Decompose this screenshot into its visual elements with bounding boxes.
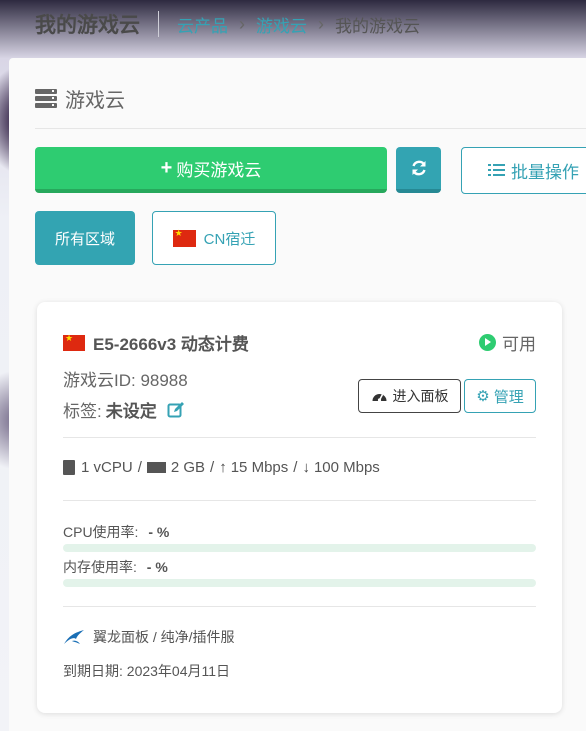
enter-panel-label: 进入面板 bbox=[392, 388, 449, 404]
enter-panel-button[interactable]: 进入面板 bbox=[358, 379, 461, 413]
play-circle-icon bbox=[479, 334, 496, 351]
page-title: 我的游戏云 bbox=[35, 14, 140, 37]
cpu-spec: 1 vCPU bbox=[81, 459, 133, 476]
server-name: E5-2666v3 动态计费 bbox=[63, 330, 249, 355]
batch-button-label: 批量操作 bbox=[511, 163, 579, 182]
cpu-usage-label: CPU使用率: bbox=[63, 524, 139, 540]
server-name-label: E5-2666v3 动态计费 bbox=[93, 335, 249, 354]
edit-icon[interactable] bbox=[167, 401, 185, 419]
buy-button-label: 购买游戏云 bbox=[176, 160, 262, 180]
mem-usage-value: - % bbox=[146, 559, 168, 575]
breadcrumb-cloud-products[interactable]: 云产品 bbox=[177, 12, 228, 37]
list-icon bbox=[488, 163, 505, 178]
expiry-label: 到期日期: bbox=[63, 663, 123, 679]
spec-separator: / bbox=[137, 459, 142, 476]
server-tag: 标签: 未设定 bbox=[63, 397, 185, 422]
spec-separator: / bbox=[210, 459, 215, 476]
spec-separator: / bbox=[293, 459, 298, 476]
server-id: 游戏云ID: 98988 bbox=[63, 371, 188, 390]
panel-info-label: 翼龙面板 / 纯净/插件服 bbox=[93, 629, 235, 645]
arrow-down-icon: ↓ bbox=[302, 459, 310, 476]
china-flag-icon bbox=[63, 333, 85, 351]
download-spec: 100 Mbps bbox=[313, 459, 380, 476]
memory-usage-bar bbox=[63, 579, 536, 587]
server-card: E5-2666v3 动态计费 可用 游戏云ID: 98988 标签: 未设定 进… bbox=[37, 302, 562, 713]
status-label: 可用 bbox=[502, 335, 536, 354]
manage-button[interactable]: ⚙ 管理 bbox=[464, 379, 536, 413]
panel-title-label: 游戏云 bbox=[65, 90, 125, 112]
cpu-usage-value: - % bbox=[148, 524, 170, 540]
header-divider bbox=[158, 11, 159, 37]
region-filter-cn-suqian[interactable]: CN宿迁 bbox=[152, 211, 276, 265]
pterodactyl-icon bbox=[64, 630, 84, 644]
mem-usage-label: 内存使用率: bbox=[63, 559, 137, 575]
refresh-icon bbox=[411, 160, 426, 176]
memory-icon bbox=[146, 462, 166, 473]
divider bbox=[63, 500, 536, 501]
divider bbox=[63, 606, 536, 607]
dashboard-icon bbox=[372, 394, 386, 402]
arrow-up-icon: ↑ bbox=[219, 459, 227, 476]
cpu-chip-icon bbox=[63, 460, 75, 475]
chevron-right-icon: › bbox=[239, 13, 245, 34]
buy-game-cloud-button[interactable]: + 购买游戏云 bbox=[35, 147, 387, 193]
region-cn-label: CN宿迁 bbox=[203, 230, 256, 248]
refresh-button[interactable] bbox=[396, 147, 441, 193]
plus-icon: + bbox=[160, 156, 173, 179]
server-icon bbox=[35, 88, 57, 109]
server-specs: 1 vCPU / 2 GB / ↑ 15 Mbps / ↓ 100 Mbps bbox=[63, 459, 380, 476]
tag-value: 未设定 bbox=[105, 402, 157, 421]
cpu-usage: CPU使用率: - % bbox=[63, 522, 169, 542]
manage-label: 管理 bbox=[493, 388, 524, 406]
page-header: 我的游戏云 云产品 › 游戏云 › 我的游戏云 bbox=[0, 0, 586, 48]
chevron-right-icon: › bbox=[318, 13, 324, 34]
gear-icon: ⚙ bbox=[476, 388, 490, 405]
batch-operation-button[interactable]: 批量操作 bbox=[461, 147, 586, 194]
cpu-usage-bar bbox=[63, 544, 536, 552]
panel-heading: 游戏云 bbox=[35, 84, 125, 113]
expiry-value: 2023年04月11日 bbox=[126, 663, 231, 679]
tag-label: 标签: bbox=[63, 402, 102, 421]
ram-spec: 2 GB bbox=[170, 459, 206, 476]
region-all-label: 所有区域 bbox=[54, 230, 115, 248]
upload-spec: 15 Mbps bbox=[230, 459, 289, 476]
divider bbox=[35, 128, 586, 129]
memory-usage: 内存使用率: - % bbox=[63, 557, 168, 577]
region-filter-all[interactable]: 所有区域 bbox=[35, 211, 135, 265]
expiry-date: 到期日期: 2023年04月11日 bbox=[63, 661, 230, 681]
panel-type-info: 翼龙面板 / 纯净/插件服 bbox=[63, 627, 235, 647]
divider bbox=[63, 437, 536, 438]
status-badge: 可用 bbox=[479, 330, 536, 355]
breadcrumb-game-cloud[interactable]: 游戏云 bbox=[256, 12, 307, 37]
china-flag-icon bbox=[172, 228, 196, 247]
breadcrumb-current: 我的游戏云 bbox=[335, 16, 420, 36]
game-cloud-panel: 游戏云 + 购买游戏云 批量操作 所有区域 CN宿迁 E5-2666v3 动态计… bbox=[9, 58, 586, 731]
